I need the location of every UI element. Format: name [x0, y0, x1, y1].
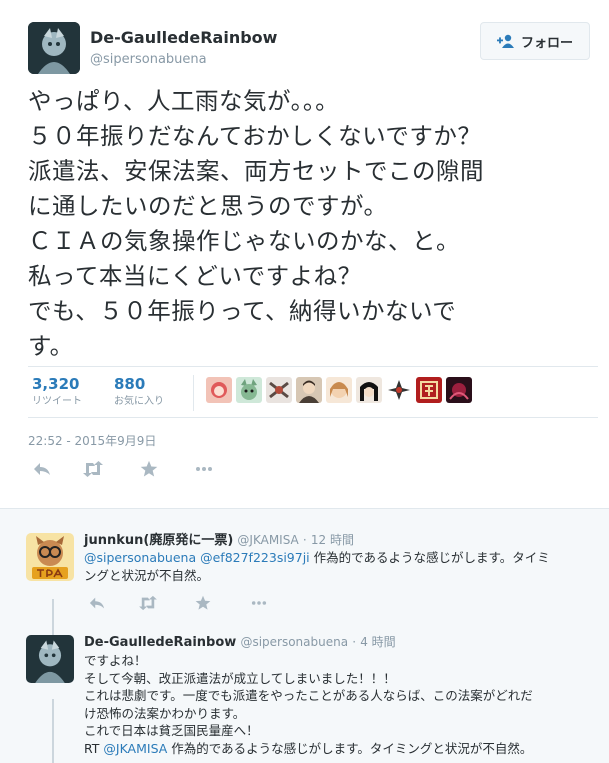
conversation-line	[52, 699, 54, 763]
rt-prefix: RT	[84, 740, 104, 756]
tweet-line: に通したいのだと思うのですが。	[28, 192, 388, 220]
retweet-label: リツイート	[32, 396, 82, 407]
more-icon[interactable]	[194, 460, 216, 480]
reply-text: @sipersonabuena @ef827f223si97ji 作為的であるよ…	[84, 549, 550, 584]
reply-line: これは悲劇です。一度でも派遣をやったことがある人ならば、この法案がどれだ	[84, 688, 533, 703]
stats-divider	[193, 375, 194, 411]
reply-icon[interactable]	[32, 460, 54, 480]
reply-line: RT @JKAMISA 作為的であるような感じがします。タイミングと状況が不自然…	[84, 740, 533, 758]
tweet-actions	[28, 460, 228, 480]
favoriter-avatars	[206, 377, 472, 403]
favorite-icon[interactable]	[195, 595, 217, 615]
more-icon[interactable]	[250, 595, 272, 615]
retweet-icon[interactable]	[82, 460, 104, 480]
follow-button[interactable]: フォロー	[480, 22, 590, 60]
favoriter-avatar[interactable]	[296, 377, 322, 403]
reply-actions	[84, 595, 284, 615]
tweet-line: 派遣法、安保法案、両方セットでこの隙間	[28, 157, 484, 185]
reply-line-text: 作為的であるような感じがします。タイミ	[309, 550, 550, 565]
favoriter-avatar[interactable]	[446, 377, 472, 403]
favorite-icon[interactable]	[140, 460, 162, 480]
author-avatar[interactable]	[28, 22, 80, 74]
favoriter-avatar[interactable]	[356, 377, 382, 403]
like-count: 880	[114, 375, 146, 393]
reply-line-text: 作為的であるような感じがします。タイミングと状況が不自然。	[167, 740, 533, 756]
mention-link[interactable]: @JKAMISA	[103, 741, 167, 756]
like-stat[interactable]: 880 お気に入り	[114, 375, 164, 409]
author-name[interactable]: De-GaulledeRainbow	[90, 28, 277, 47]
tweet-line: でも、５０年振りって、納得いかないで	[28, 297, 457, 325]
tweet-line: 私って本当にくどいですよね？	[28, 262, 362, 290]
reply-line: ですよね！	[84, 653, 147, 668]
main-tweet: De-GaulledeRainbow @sipersonabuena フォロー …	[0, 0, 609, 507]
meta-separator: ·	[302, 533, 307, 547]
tweet-line: ＣＩＡの気象操作じゃないのかな、と。	[28, 227, 460, 255]
reply-avatar[interactable]	[26, 533, 74, 581]
author-handle[interactable]: @sipersonabuena	[90, 52, 207, 67]
retweet-count: 3,320	[32, 375, 80, 393]
reply-line: これで日本は貧乏国民量産へ！	[84, 723, 259, 738]
reply-icon[interactable]	[88, 595, 110, 615]
retweet-stat[interactable]: 3,320 リツイート	[32, 375, 82, 409]
mention-link[interactable]: @sipersonabuena	[84, 550, 196, 565]
reply-line: @sipersonabuena @ef827f223si97ji 作為的であるよ…	[84, 549, 550, 567]
reply-header: junnkun(廃原発に一票) @JKAMISA · 12 時間	[84, 529, 354, 548]
retweet-icon[interactable]	[138, 595, 160, 615]
reply-time[interactable]: 12 時間	[311, 533, 354, 547]
tweet-line: やっぱり、人工雨な気が。。。	[28, 87, 340, 115]
favoriter-avatar[interactable]	[206, 377, 232, 403]
reply-line: そして今朝、改正派遣法が成立してしまいました！！！	[84, 670, 396, 686]
reply-author-name[interactable]: De-GaulledeRainbow	[84, 635, 236, 650]
meta-separator: ·	[352, 635, 357, 649]
favoriter-avatar[interactable]	[236, 377, 262, 403]
favoriter-avatar[interactable]	[266, 377, 292, 403]
follow-label: フォロー	[520, 35, 573, 51]
reply-time[interactable]: 4 時間	[360, 635, 395, 649]
reply-author-name[interactable]: junnkun(廃原発に一票)	[84, 533, 233, 548]
reply-avatar[interactable]	[26, 635, 74, 683]
favoriter-avatar[interactable]	[386, 377, 412, 403]
tweet-line: ５０年振りだなんておかしくないですか？	[28, 122, 482, 150]
reply-line: ングと状況が不自然。	[84, 567, 210, 583]
reply-author-handle[interactable]: @sipersonabuena	[240, 635, 348, 649]
replies-section: junnkun(廃原発に一票) @JKAMISA · 12 時間 @sipers…	[0, 508, 609, 763]
favoriter-avatar[interactable]	[326, 377, 352, 403]
tweet-stats: 3,320 リツイート 880 お気に入り	[28, 366, 598, 418]
mention-link[interactable]: @ef827f223si97ji	[200, 550, 310, 565]
reply-text: ですよね！ そして今朝、改正派遣法が成立してしまいました！！！ これは悲劇です。…	[84, 652, 533, 757]
tweet-text: やっぱり、人工雨な気が。。。 ５０年振りだなんておかしくないですか？ 派遣法、安…	[28, 84, 598, 364]
tweet-timestamp[interactable]: 22:52 - 2015年9月9日	[28, 432, 156, 449]
reply-line: け恐怖の法案かわかります。	[84, 705, 246, 721]
reply-header: De-GaulledeRainbow @sipersonabuena · 4 時…	[84, 633, 396, 650]
like-label: お気に入り	[114, 396, 164, 407]
reply-author-handle[interactable]: @JKAMISA	[237, 533, 298, 547]
favoriter-avatar[interactable]	[416, 377, 442, 403]
tweet-line: す。	[28, 332, 74, 360]
add-user-icon	[496, 34, 515, 48]
